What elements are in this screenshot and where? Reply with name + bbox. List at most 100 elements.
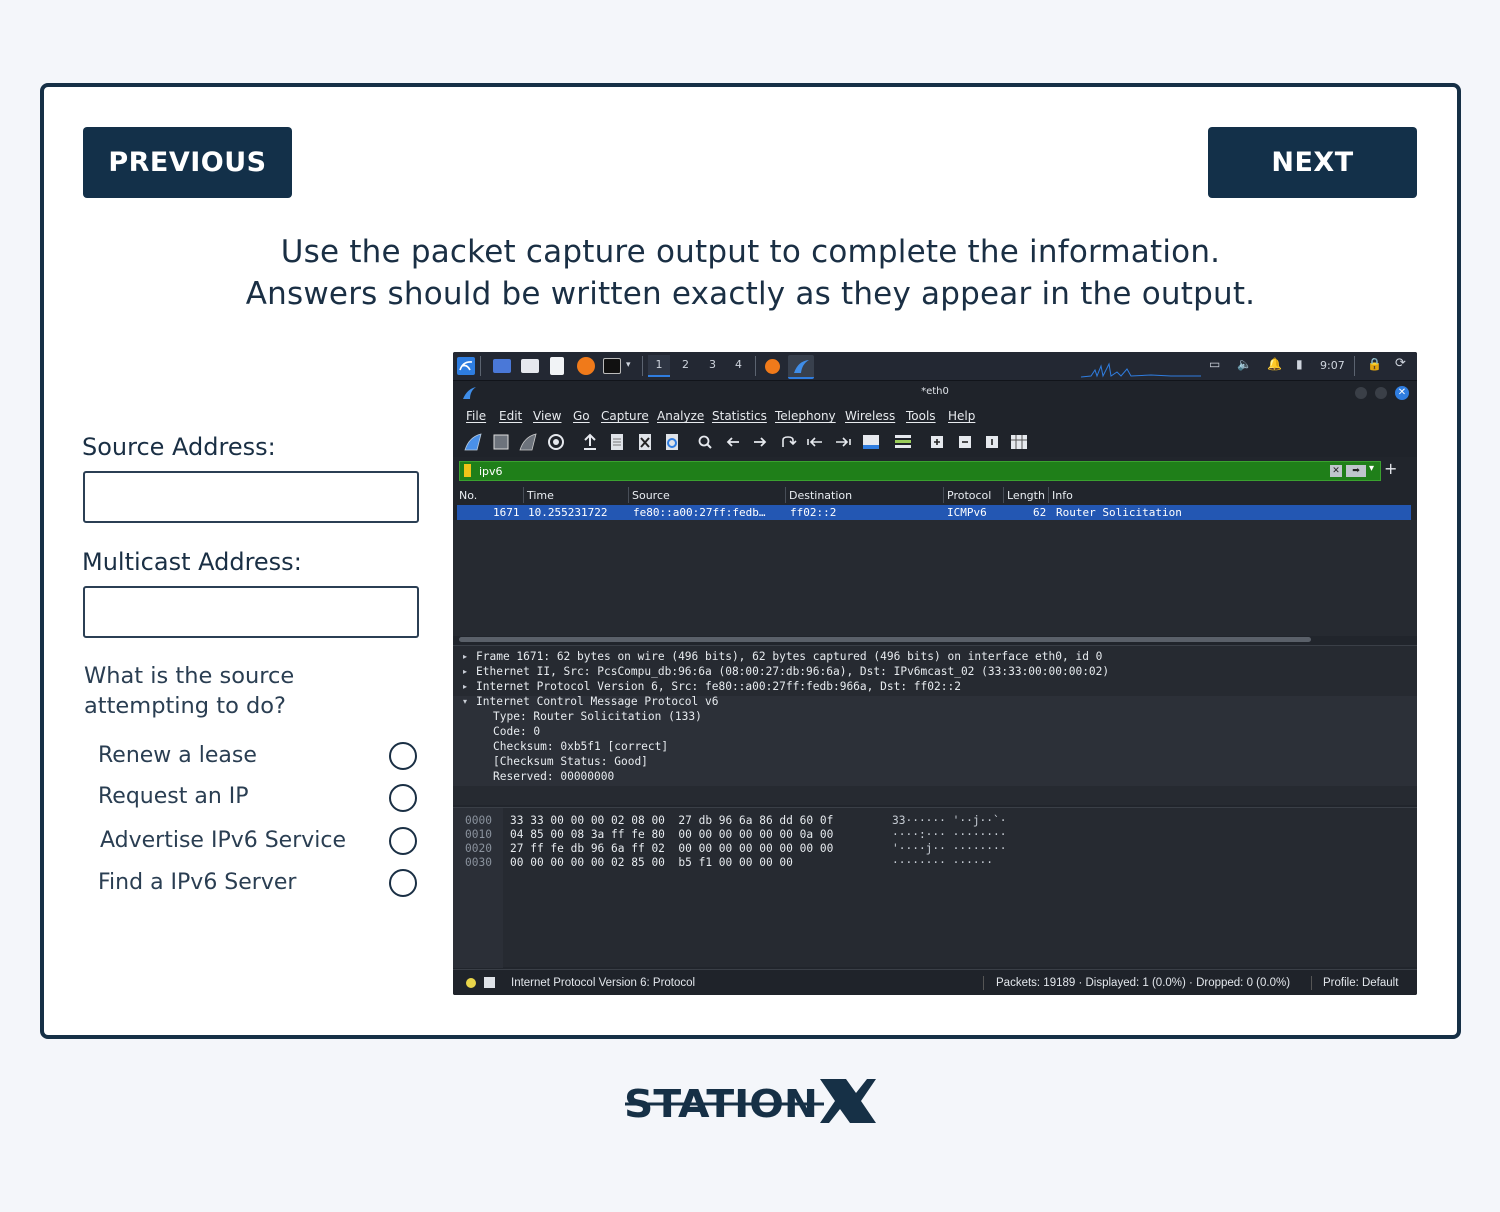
maximize-icon[interactable]	[1375, 387, 1387, 399]
notification-bell-icon[interactable]: 🔔	[1267, 357, 1282, 374]
kali-menu-icon[interactable]	[457, 357, 475, 375]
search-icon[interactable]	[696, 433, 714, 451]
icmp-checksum-status[interactable]: [Checksum Status: Good]	[493, 755, 648, 768]
close-file-icon[interactable]	[636, 433, 654, 451]
minimize-icon[interactable]	[1355, 387, 1367, 399]
add-filter-button-icon[interactable]: +	[1384, 459, 1397, 478]
go-forward-icon[interactable]	[751, 433, 769, 451]
col-protocol[interactable]: Protocol	[947, 489, 991, 502]
workspace-3[interactable]: 3	[709, 358, 716, 375]
detail-ethernet[interactable]: Ethernet II, Src: PcsCompu_db:96:6a (08:…	[476, 665, 1109, 678]
expand-arrow-icon[interactable]: ▸	[463, 682, 467, 691]
menu-wireless[interactable]: Wireless	[845, 409, 895, 423]
source-address-input[interactable]	[83, 471, 419, 523]
status-profile[interactable]: Profile: Default	[1323, 977, 1398, 989]
zoom-out-icon[interactable]	[956, 433, 974, 451]
hex-bytes[interactable]: 04 85 00 08 3a ff fe 80 00 00 00 00 00 0…	[510, 828, 833, 841]
colorize-icon[interactable]	[894, 433, 912, 451]
apply-filter-icon[interactable]: ➡	[1346, 465, 1366, 477]
battery-icon[interactable]: ▮	[1296, 357, 1303, 374]
menu-statistics[interactable]: Statistics	[712, 409, 767, 423]
col-no[interactable]: No.	[459, 489, 477, 502]
start-capture-icon[interactable]	[464, 433, 482, 451]
menu-help[interactable]: Help	[948, 409, 975, 423]
bookmark-icon[interactable]	[464, 464, 471, 477]
icmp-code[interactable]: Code: 0	[493, 725, 540, 738]
col-info[interactable]: Info	[1052, 489, 1073, 502]
radio-advertise-ipv6[interactable]	[389, 827, 417, 855]
filter-dropdown-icon[interactable]: ▾	[1369, 463, 1374, 474]
next-button[interactable]: NEXT	[1208, 127, 1417, 198]
radio-renew-lease[interactable]	[389, 742, 417, 770]
hex-bytes[interactable]: 00 00 00 00 00 02 85 00 b5 f1 00 00 00 0…	[510, 856, 793, 869]
menu-telephony[interactable]: Telephony	[775, 409, 836, 423]
packet-row-selected[interactable]: 1671 10.255231722 fe80::a00:27ff:fedb… f…	[457, 505, 1411, 520]
text-editor-icon[interactable]	[550, 357, 564, 375]
expert-info-icon[interactable]	[466, 978, 476, 988]
menu-file[interactable]: File	[466, 409, 486, 423]
menu-go[interactable]: Go	[573, 409, 590, 423]
expand-arrow-icon[interactable]: ▸	[463, 667, 467, 676]
firefox-icon[interactable]	[577, 357, 595, 375]
icmp-checksum[interactable]: Checksum: 0xb5f1 [correct]	[493, 740, 668, 753]
go-to-packet-icon[interactable]	[779, 433, 797, 451]
menu-tools[interactable]: Tools	[906, 409, 936, 423]
hex-ascii[interactable]: '····j·· ········	[892, 842, 1007, 855]
hex-bytes[interactable]: 27 ff fe db 96 6a ff 02 00 00 00 00 00 0…	[510, 842, 833, 855]
detail-ipv6[interactable]: Internet Protocol Version 6, Src: fe80::…	[476, 680, 961, 693]
detail-frame[interactable]: Frame 1671: 62 bytes on wire (496 bits),…	[476, 650, 1102, 663]
detail-icmpv6[interactable]: Internet Control Message Protocol v6	[476, 695, 718, 708]
display-icon[interactable]: ▭	[1209, 357, 1220, 374]
first-packet-icon[interactable]	[806, 433, 824, 451]
clear-filter-icon[interactable]: ✕	[1330, 465, 1342, 477]
horizontal-scrollbar[interactable]	[459, 637, 1311, 642]
col-destination[interactable]: Destination	[789, 489, 852, 502]
icmp-reserved[interactable]: Reserved: 00000000	[493, 770, 614, 783]
display-filter-input[interactable]: ipv6	[479, 465, 503, 478]
menu-analyze[interactable]: Analyze	[657, 409, 704, 423]
chevron-down-icon[interactable]: ▾	[626, 360, 631, 377]
reload-file-icon[interactable]	[663, 433, 681, 451]
capture-options-icon[interactable]	[547, 433, 565, 451]
radio-find-ipv6-server[interactable]	[389, 869, 417, 897]
display-filter-bar[interactable]: ipv6 ✕ ➡ ▾	[459, 461, 1381, 481]
hex-ascii[interactable]: ····:··· ········	[892, 828, 1007, 841]
go-back-icon[interactable]	[724, 433, 742, 451]
menu-edit[interactable]: Edit	[499, 409, 522, 423]
desktop-icon[interactable]	[493, 359, 511, 373]
col-length[interactable]: Length	[1007, 489, 1045, 502]
previous-button[interactable]: PREVIOUS	[83, 127, 292, 198]
capture-comment-icon[interactable]	[484, 977, 495, 988]
menu-capture[interactable]: Capture	[601, 409, 649, 423]
radio-request-ip[interactable]	[389, 784, 417, 812]
firefox-window-icon[interactable]	[765, 359, 780, 374]
save-file-icon[interactable]	[608, 433, 626, 451]
power-icon[interactable]: ⟳	[1395, 356, 1406, 373]
col-time[interactable]: Time	[527, 489, 554, 502]
hex-ascii[interactable]: 33······ '··j··`·	[892, 814, 1007, 827]
close-icon[interactable]: ✕	[1395, 386, 1409, 400]
open-file-icon[interactable]	[581, 433, 599, 451]
expand-arrow-icon[interactable]: ▸	[463, 652, 467, 661]
volume-icon[interactable]: 🔈	[1237, 357, 1252, 374]
collapse-arrow-icon[interactable]: ▾	[463, 697, 467, 706]
normal-size-icon[interactable]	[983, 433, 1001, 451]
workspace-2[interactable]: 2	[682, 358, 689, 375]
terminal-icon[interactable]	[603, 358, 621, 374]
multicast-address-input[interactable]	[83, 586, 419, 638]
lock-icon[interactable]: 🔒	[1367, 357, 1382, 374]
zoom-in-icon[interactable]	[928, 433, 946, 451]
stop-capture-icon[interactable]	[492, 433, 510, 451]
last-packet-icon[interactable]	[834, 433, 852, 451]
icmp-type[interactable]: Type: Router Solicitation (133)	[493, 710, 702, 723]
resize-columns-icon[interactable]	[1010, 433, 1028, 451]
wireshark-window-button[interactable]	[788, 355, 814, 379]
hex-bytes[interactable]: 33 33 00 00 00 02 08 00 27 db 96 6a 86 d…	[510, 814, 833, 827]
restart-capture-icon[interactable]	[519, 433, 537, 451]
workspace-4[interactable]: 4	[735, 358, 742, 375]
workspace-1[interactable]: 1	[648, 355, 670, 377]
file-manager-icon[interactable]	[521, 359, 539, 373]
hex-ascii[interactable]: ········ ······	[892, 856, 993, 869]
menu-view[interactable]: View	[533, 409, 561, 423]
auto-scroll-icon[interactable]	[862, 433, 880, 451]
